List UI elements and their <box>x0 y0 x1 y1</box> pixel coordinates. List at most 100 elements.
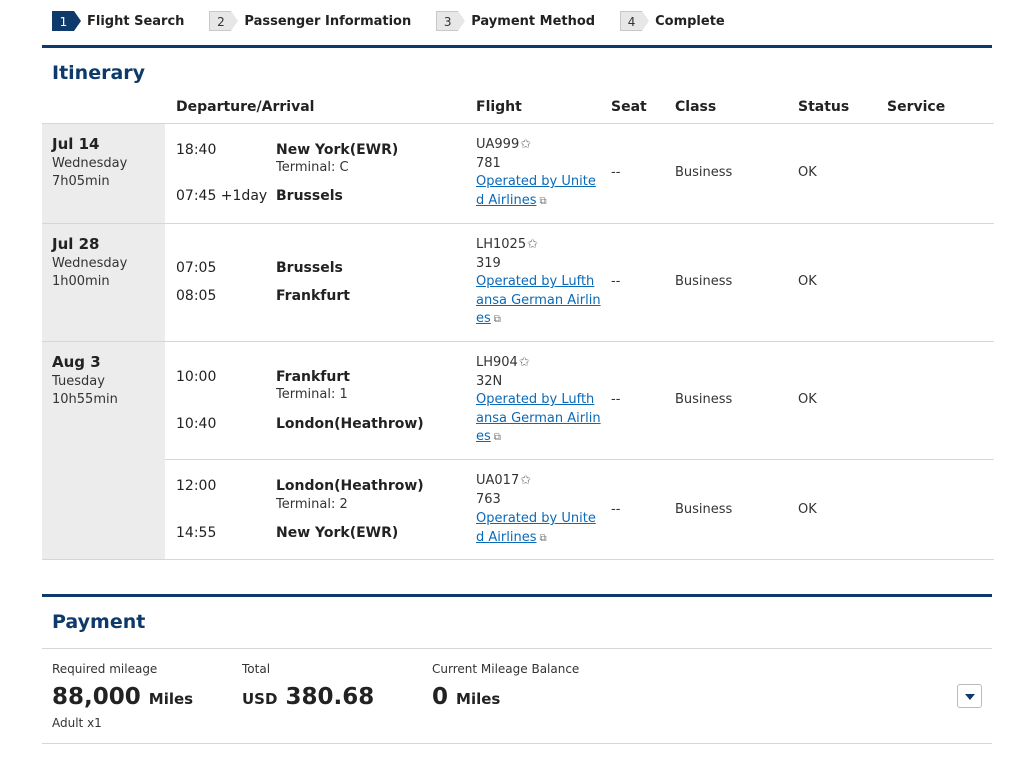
step-number: 3 <box>436 11 466 31</box>
arrival-time: 14:55 <box>176 525 217 541</box>
star-outline-icon[interactable]: ✩ <box>520 137 531 152</box>
row-divider <box>42 341 994 342</box>
date-cell: Jul 28 Wednesday 1h00min <box>42 224 165 341</box>
arrival-time: 08:05 <box>176 288 217 304</box>
booking-status: OK <box>798 392 817 407</box>
passenger-count: Adult x1 <box>52 716 102 730</box>
arrival-time: 07:45 +1day <box>176 188 268 204</box>
step-payment-method: 3 Payment Method <box>436 11 595 31</box>
row-divider <box>42 743 992 744</box>
date: Aug 3 <box>52 353 101 371</box>
departure-time: 18:40 <box>176 142 217 158</box>
total-amount: 380.68 <box>285 684 375 710</box>
departure-time: 07:05 <box>176 260 217 276</box>
operated-by-link[interactable]: Operated by United Airlines ⧉ <box>476 510 602 548</box>
operated-by-link[interactable]: Operated by Lufthansa German Airlines ⧉ <box>476 273 602 330</box>
required-mileage-label: Required mileage <box>52 662 158 676</box>
flight-number: UA999✩ <box>476 137 531 152</box>
flight-number: LH904✩ <box>476 355 530 370</box>
departure-airport: Brussels <box>276 260 343 276</box>
external-link-icon: ⧉ <box>539 195 547 207</box>
col-header-flight: Flight <box>476 99 522 115</box>
operated-by-link[interactable]: Operated by Lufthansa German Airlines ⧉ <box>476 391 602 448</box>
departure-airport: Frankfurt <box>276 369 350 385</box>
aircraft-type: 781 <box>476 156 501 171</box>
flight-number-text: UA017 <box>476 473 520 488</box>
departure-terminal: Terminal: 1 <box>276 387 348 402</box>
date-cell: Jul 14 Wednesday 7h05min <box>42 124 165 223</box>
date-cell: Aug 3 Tuesday 10h55min <box>42 342 165 559</box>
total-value: USD 380.68 <box>242 684 374 710</box>
seat: -- <box>611 165 621 180</box>
external-link-icon: ⧉ <box>539 532 547 544</box>
booking-status: OK <box>798 274 817 289</box>
col-header-departure-arrival: Departure/Arrival <box>176 99 315 115</box>
departure-time: 10:00 <box>176 369 217 385</box>
operated-by-link[interactable]: Operated by United Airlines ⧉ <box>476 173 602 211</box>
flight-number: UA017✩ <box>476 473 531 488</box>
step-number: 1 <box>52 11 81 31</box>
col-header-service: Service <box>887 99 946 115</box>
col-header-seat: Seat <box>611 99 647 115</box>
mileage-unit: Miles <box>148 690 194 708</box>
date: Jul 28 <box>52 235 100 253</box>
weekday: Wednesday <box>52 156 128 171</box>
row-divider <box>42 559 994 560</box>
section-divider <box>42 45 992 48</box>
mileage-balance-value: 0 Miles <box>432 684 500 710</box>
step-label: Payment Method <box>471 13 596 29</box>
weekday: Wednesday <box>52 256 128 271</box>
arrival-airport: Brussels <box>276 188 343 204</box>
col-header-class: Class <box>675 99 717 115</box>
departure-airport: London(Heathrow) <box>276 478 424 494</box>
seat: -- <box>611 392 621 407</box>
booking-status: OK <box>798 165 817 180</box>
star-outline-icon[interactable]: ✩ <box>520 473 531 488</box>
balance-amount: 0 <box>432 684 449 710</box>
date: Jul 14 <box>52 135 100 153</box>
aircraft-type: 763 <box>476 492 501 507</box>
row-divider <box>42 123 994 124</box>
col-header-status: Status <box>798 99 850 115</box>
flight-number-text: LH904 <box>476 355 518 370</box>
aircraft-type: 32N <box>476 374 503 389</box>
departure-terminal: Terminal: C <box>276 160 349 175</box>
section-divider <box>42 594 992 597</box>
total-label: Total <box>242 662 271 676</box>
progress-stepper: 1 Flight Search 2 Passenger Information … <box>52 10 750 32</box>
step-label: Flight Search <box>87 13 185 29</box>
duration: 10h55min <box>52 392 118 407</box>
departure-airport: New York(EWR) <box>276 142 399 158</box>
row-divider <box>42 223 994 224</box>
itinerary-title: Itinerary <box>52 62 146 84</box>
duration: 7h05min <box>52 174 110 189</box>
star-outline-icon[interactable]: ✩ <box>527 237 538 252</box>
step-label: Complete <box>655 13 725 29</box>
step-flight-search: 1 Flight Search <box>52 11 184 31</box>
star-outline-icon[interactable]: ✩ <box>519 355 530 370</box>
booking-status: OK <box>798 502 817 517</box>
operated-by-text: Operated by United Airlines <box>476 511 596 545</box>
cabin-class: Business <box>675 274 733 289</box>
departure-terminal: Terminal: 2 <box>276 497 348 512</box>
arrival-airport: Frankfurt <box>276 288 350 304</box>
departure-time: 12:00 <box>176 478 217 494</box>
required-mileage-value: 88,000 Miles <box>52 684 193 710</box>
flight-number-text: UA999 <box>476 137 520 152</box>
payment-title: Payment <box>52 611 146 633</box>
seat: -- <box>611 274 621 289</box>
flight-number-text: LH1025 <box>476 237 527 252</box>
step-number: 4 <box>620 11 650 31</box>
duration: 1h00min <box>52 274 110 289</box>
flight-number: LH1025✩ <box>476 237 538 252</box>
mileage-amount: 88,000 <box>52 684 141 710</box>
currency: USD <box>242 690 278 708</box>
chevron-down-icon[interactable] <box>957 684 982 708</box>
seat: -- <box>611 502 621 517</box>
cabin-class: Business <box>675 392 733 407</box>
external-link-icon: ⧉ <box>493 314 501 325</box>
step-label: Passenger Information <box>244 13 412 29</box>
arrival-time: 10:40 <box>176 416 217 432</box>
balance-unit: Miles <box>456 690 501 708</box>
step-number: 2 <box>209 11 239 31</box>
